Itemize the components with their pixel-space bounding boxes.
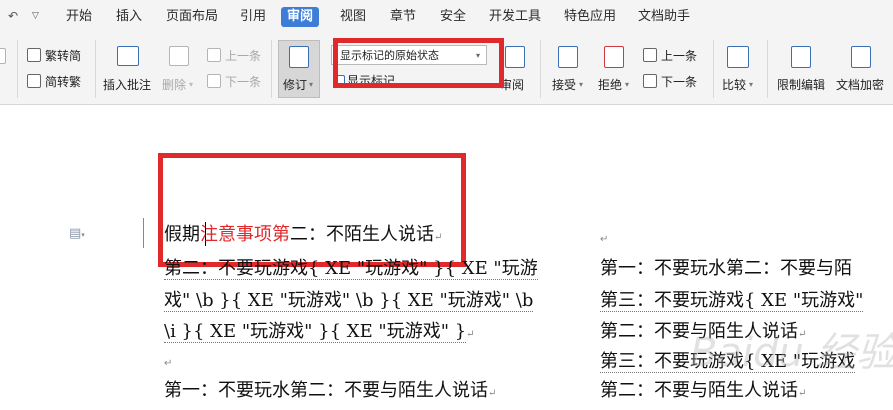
- insert-comment-button[interactable]: 插入批注: [103, 76, 151, 93]
- paragraph-format-icon[interactable]: ▤▾: [69, 226, 85, 241]
- next-comment-icon: [207, 74, 221, 88]
- tab-insert[interactable]: 插入: [116, 7, 142, 27]
- tab-chapter[interactable]: 章节: [390, 7, 416, 27]
- compare-button[interactable]: 比较: [722, 76, 746, 93]
- prev-change-button[interactable]: 上一条: [661, 47, 697, 64]
- trad-to-simplified-button[interactable]: 繁转简: [45, 47, 81, 64]
- doc-text: \i }{ XE "玩游戏" }{ XE "玩游戏" }: [164, 321, 467, 343]
- paragraph-mark: ↵: [466, 329, 475, 340]
- tab-references[interactable]: 引用: [240, 7, 266, 27]
- tab-developer[interactable]: 开发工具: [489, 7, 541, 27]
- doc-line-2[interactable]: 第二：不要玩游戏{ XE "玩游戏" }{ XE "玩游: [164, 256, 538, 282]
- next-change-icon: [643, 74, 657, 88]
- prev-change-icon: [643, 48, 657, 62]
- track-changes-button[interactable]: 修订: [283, 76, 307, 93]
- chevron-down-icon[interactable]: ▾: [749, 80, 753, 89]
- chevron-down-icon[interactable]: ▾: [579, 80, 583, 89]
- paragraph-mark: ↵: [600, 234, 609, 245]
- paragraph-mark: ↵: [164, 358, 173, 369]
- simplified-to-trad-icon: [27, 74, 41, 88]
- ribbon-separator: [271, 40, 272, 98]
- reject-icon: [604, 46, 624, 68]
- trad-to-simplified-icon: [27, 48, 41, 62]
- doc-text: 第三：不要玩游戏{ XE "玩游戏": [600, 290, 864, 312]
- encrypt-doc-button[interactable]: 文档加密: [836, 76, 884, 93]
- tab-view[interactable]: 视图: [340, 7, 366, 27]
- doc-text: 第一：不要玩水第二：不要与陌生人说话: [164, 380, 488, 401]
- accept-icon: [558, 46, 578, 68]
- restrict-editing-icon: [791, 46, 811, 68]
- doc-line-1[interactable]: 假期注意事项第二：不陌生人说话↵: [164, 222, 442, 248]
- delete-comment-button[interactable]: 删除: [162, 76, 186, 93]
- doc-line-3[interactable]: 戏" \b }{ XE "玩游戏" \b }{ XE "玩游戏" \b: [164, 288, 534, 314]
- highlight-box-document: [158, 153, 466, 267]
- ribbon-separator: [95, 40, 96, 98]
- delete-comment-icon: [169, 46, 189, 66]
- compare-icon: [727, 46, 749, 68]
- tab-security[interactable]: 安全: [440, 7, 466, 27]
- paragraph-mark: ↵: [488, 388, 497, 399]
- doc-line-6[interactable]: 第一：不要玩水第二：不要与陌生人说话↵: [164, 378, 496, 404]
- ribbon-separator: [540, 40, 541, 98]
- menu-bar: ↶ ▽ 开始 插入 页面布局 引用 审阅 视图 章节 安全 开发工具 特色应用 …: [0, 0, 893, 34]
- doc-right-line-1[interactable]: 第一：不要玩水第二：不要与陌: [600, 256, 852, 282]
- doc-text: 二：不陌生人说话: [290, 224, 434, 245]
- ribbon-separator: [713, 40, 714, 98]
- simplified-to-trad-button[interactable]: 简转繁: [45, 73, 81, 90]
- prev-comment-icon: [207, 48, 221, 62]
- restrict-editing-button[interactable]: 限制编辑: [777, 76, 825, 93]
- doc-text: 第二：不要与陌生人说话: [600, 380, 798, 401]
- ribbon-separator: [17, 40, 18, 98]
- partial-tool-icon[interactable]: [0, 48, 6, 64]
- doc-text: 假期: [164, 224, 200, 245]
- accept-button[interactable]: 接受: [552, 76, 576, 93]
- margin-marker: [143, 218, 144, 248]
- reject-button[interactable]: 拒绝: [598, 76, 622, 93]
- highlight-box-dropdown: [333, 38, 504, 88]
- tab-home[interactable]: 开始: [66, 7, 92, 27]
- deleted-text: 注意事项第: [200, 224, 290, 245]
- chevron-down-icon[interactable]: ▽: [32, 11, 39, 21]
- doc-right-line-2[interactable]: 第三：不要玩游戏{ XE "玩游戏": [600, 288, 864, 314]
- doc-line-4[interactable]: \i }{ XE "玩游戏" }{ XE "玩游戏" }↵: [164, 319, 475, 345]
- paragraph-mark: ↵: [434, 232, 443, 243]
- undo-icon[interactable]: ↶: [8, 9, 18, 23]
- review-pane-icon: [505, 46, 525, 68]
- watermark: Baidu 经验: [690, 330, 893, 376]
- ribbon-separator: [767, 40, 768, 98]
- prev-comment-button[interactable]: 上一条: [225, 47, 261, 64]
- doc-text: 第二：不要玩游戏{ XE "玩游戏" }{ XE "玩游: [164, 258, 538, 280]
- doc-text: 第一：不要玩水第二：不要与陌: [600, 258, 852, 279]
- next-change-button[interactable]: 下一条: [661, 73, 697, 90]
- chevron-down-icon[interactable]: ▾: [625, 80, 629, 89]
- insert-comment-icon: [117, 46, 139, 66]
- chevron-down-icon[interactable]: ▾: [309, 80, 313, 89]
- tab-featured-apps[interactable]: 特色应用: [564, 7, 616, 27]
- tab-doc-assistant[interactable]: 文档助手: [638, 7, 690, 27]
- chevron-down-icon[interactable]: ▾: [189, 80, 193, 89]
- paragraph-mark: ↵: [798, 388, 807, 399]
- encrypt-doc-icon: [851, 46, 871, 68]
- track-changes-icon: [289, 46, 309, 68]
- tab-review[interactable]: 审阅: [281, 7, 320, 27]
- doc-text: 戏" \b }{ XE "玩游戏" \b }{ XE "玩游戏" \b: [164, 290, 534, 312]
- doc-right-line-5[interactable]: 第二：不要与陌生人说话↵: [600, 378, 806, 404]
- next-comment-button[interactable]: 下一条: [225, 73, 261, 90]
- tab-page-layout[interactable]: 页面布局: [166, 7, 218, 27]
